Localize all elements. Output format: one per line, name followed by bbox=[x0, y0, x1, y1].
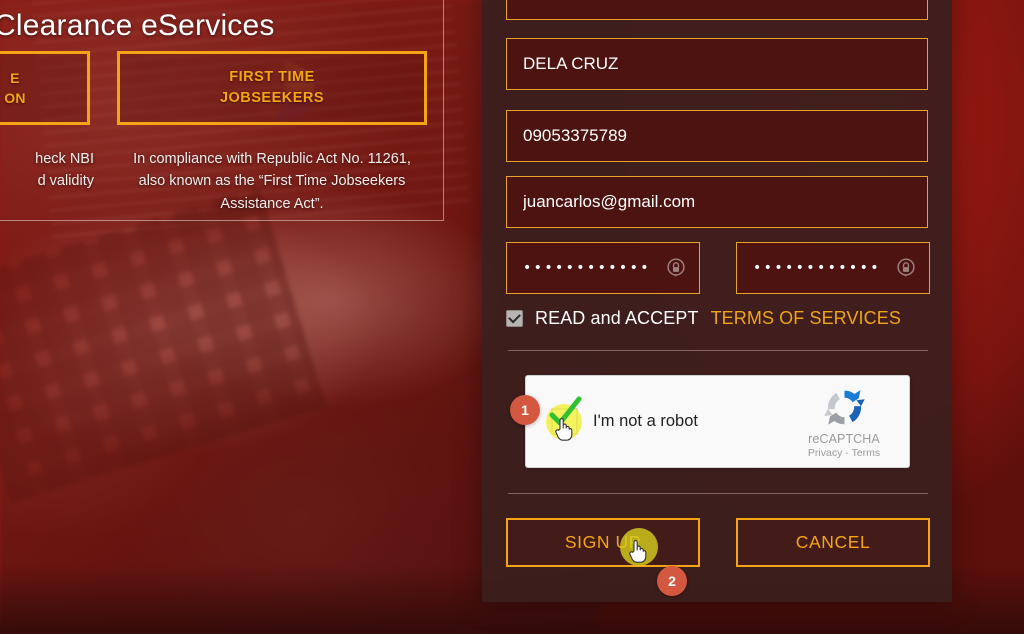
divider bbox=[508, 350, 928, 351]
clearance-verification-button[interactable]: E ON bbox=[0, 51, 90, 125]
mobile-number-field[interactable]: 09053375789 bbox=[506, 110, 928, 162]
clearance-verification-label-line2: ON bbox=[4, 90, 26, 106]
cancel-button[interactable]: CANCEL bbox=[736, 518, 930, 567]
page-title: Clearance eServices bbox=[0, 9, 275, 42]
password-value: •••••••••••• bbox=[523, 260, 651, 276]
recaptcha-label: I'm not a robot bbox=[593, 412, 698, 430]
recaptcha-brand-name: reCAPTCHA bbox=[808, 431, 880, 446]
first-time-jobseekers-button[interactable]: FIRST TIME JOBSEEKERS bbox=[117, 51, 427, 125]
last-name-field[interactable]: DELA CRUZ bbox=[506, 38, 928, 90]
recaptcha-legal-links[interactable]: Privacy - Terms bbox=[796, 447, 892, 459]
email-address-value: juancarlos@gmail.com bbox=[523, 192, 696, 211]
first-time-jobseekers-label-line1: FIRST TIME bbox=[229, 68, 315, 85]
terms-of-services-link[interactable]: TERMS OF SERVICES bbox=[711, 308, 901, 329]
terms-label: READ and ACCEPT bbox=[535, 308, 699, 328]
first-time-jobseekers-description: In compliance with Republic Act No. 1126… bbox=[133, 151, 411, 212]
last-name-value: DELA CRUZ bbox=[523, 54, 619, 73]
recaptcha-widget[interactable]: I'm not a robot reCAPTCHA Privacy - Term… bbox=[525, 375, 910, 468]
sign-up-button[interactable]: SIGN UP bbox=[506, 518, 700, 567]
confirm-password-value: •••••••••••• bbox=[753, 260, 881, 276]
lock-icon[interactable] bbox=[895, 257, 917, 279]
password-field[interactable]: •••••••••••• bbox=[506, 242, 700, 294]
recaptcha-logo-icon bbox=[823, 389, 865, 425]
signup-form-panel: DELA CRUZ 09053375789 juancarlos@gmail.c… bbox=[482, 0, 952, 602]
lock-icon[interactable] bbox=[665, 257, 687, 279]
clearance-verification-label-line1: E bbox=[10, 69, 20, 86]
step-badge-1: 1 bbox=[510, 395, 540, 425]
divider bbox=[508, 493, 928, 494]
recaptcha-checkbox[interactable] bbox=[551, 408, 578, 435]
first-time-jobseekers-label-line2: JOBSEEKERS bbox=[219, 90, 325, 106]
step-badge-2: 2 bbox=[657, 566, 687, 596]
confirm-password-field[interactable]: •••••••••••• bbox=[736, 242, 930, 294]
clearance-verification-description: heck NBI d validity bbox=[35, 151, 94, 190]
terms-row[interactable]: READ and ACCEPT TERMS OF SERVICES bbox=[506, 308, 901, 329]
email-address-field[interactable]: juancarlos@gmail.com bbox=[506, 176, 928, 228]
mobile-number-value: 09053375789 bbox=[523, 126, 628, 145]
app-screen: Clearance eServices E ON FIRST TIME JOBS… bbox=[0, 0, 1024, 634]
first-name-field[interactable] bbox=[506, 0, 928, 20]
terms-checkbox[interactable] bbox=[506, 310, 523, 327]
recaptcha-brand: reCAPTCHA Privacy - Terms bbox=[796, 385, 892, 459]
